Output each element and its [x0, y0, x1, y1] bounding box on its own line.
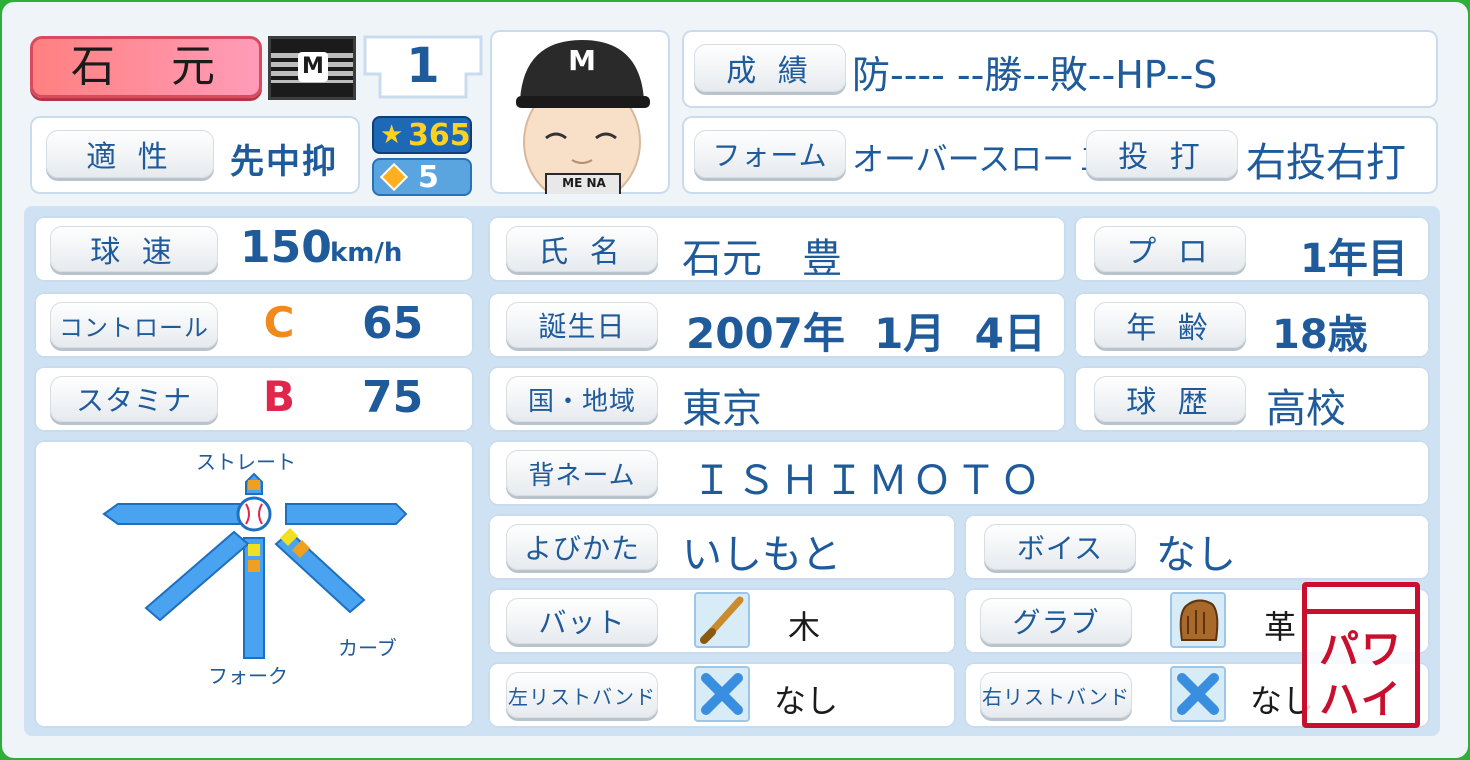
- form-label: フォーム: [694, 130, 846, 178]
- stamp-text-bottom: ハイ: [1319, 677, 1403, 723]
- diamond-icon: [379, 162, 409, 192]
- voice-label: ボイス: [984, 524, 1136, 570]
- bat-style-value: 右投右打: [1246, 140, 1406, 186]
- glove-value: 革: [1264, 608, 1297, 646]
- reading-value: いしもと: [682, 532, 842, 578]
- glove-icon: [1179, 599, 1219, 641]
- region-label: 国・地域: [506, 376, 658, 422]
- star-points-badge: ★ 365: [372, 116, 472, 154]
- baseball-icon: [236, 496, 272, 532]
- star-icon: ★: [380, 120, 404, 150]
- team-logo: M: [268, 36, 356, 100]
- backname-value: ＩＳＨＩＭＯＴＯ: [692, 458, 1044, 504]
- speed-unit: km/h: [330, 238, 403, 268]
- star-points: 365: [408, 118, 471, 153]
- voice-value: なし: [1156, 532, 1236, 578]
- lwrist-value: なし: [774, 682, 839, 720]
- stamina-grade: B: [262, 372, 295, 421]
- uniform-number: 1: [406, 38, 440, 94]
- name-plate: 石 元: [30, 36, 262, 98]
- record-value: 防---- --勝--敗--HP--S: [852, 53, 1218, 97]
- speed-label: 球 速: [50, 226, 218, 272]
- bat-value: 木: [788, 608, 821, 646]
- none-x-icon: [1177, 673, 1219, 715]
- pro-value: 1年目: [1300, 236, 1408, 282]
- pitch-curve-label: カーブ: [338, 636, 397, 660]
- glove-label: グラブ: [980, 598, 1132, 644]
- uniform-number-card: 1: [362, 34, 484, 100]
- power-high-stamp: パワ ハイ: [1302, 582, 1420, 728]
- pitch-fork-label: フォーク: [208, 664, 288, 688]
- diamond-points-badge: 5: [372, 158, 472, 196]
- name-label: 氏 名: [506, 226, 658, 272]
- name-value: 石元 豊: [682, 236, 842, 282]
- backname-label: 背ネーム: [506, 450, 658, 496]
- diamond-points: 5: [418, 160, 439, 195]
- aptitude-value: 先中抑: [230, 142, 338, 182]
- team-logo-letter: M: [298, 52, 328, 82]
- bat-tile: [694, 592, 750, 648]
- career-label: 球 歴: [1094, 376, 1246, 422]
- aptitude-label: 適 性: [46, 130, 214, 178]
- speed-value: 150: [240, 222, 332, 273]
- pitch-straight-label: ストレート: [196, 450, 296, 474]
- stamina-value: 75: [362, 372, 424, 423]
- control-value: 65: [362, 298, 424, 349]
- rwrist-label: 右リストバンド: [980, 672, 1132, 718]
- player-name: 石 元: [71, 41, 221, 92]
- career-value: 高校: [1266, 386, 1346, 432]
- age-label: 年 齢: [1094, 302, 1246, 348]
- age-value: 18歳: [1272, 312, 1368, 358]
- lwrist-label: 左リストバンド: [506, 672, 658, 718]
- rwrist-tile: [1170, 666, 1226, 722]
- none-x-icon: [701, 673, 743, 715]
- birthday-label: 誕生日: [506, 302, 658, 348]
- bat-style-label: 投 打: [1086, 130, 1238, 178]
- control-label: コントロール: [50, 302, 218, 348]
- control-grade: C: [263, 298, 295, 347]
- region-value: 東京: [682, 386, 762, 432]
- bat-icon: [700, 596, 744, 644]
- record-label: 成 績: [694, 44, 846, 92]
- cap-letter: M: [568, 44, 596, 77]
- bat-label: バット: [506, 598, 658, 644]
- pro-label: プ ロ: [1094, 226, 1246, 272]
- reading-label: よびかた: [506, 524, 658, 570]
- glove-tile: [1170, 592, 1226, 648]
- birthday-value: 2007年 1月 4日: [686, 309, 1046, 358]
- jersey-text: ME NA: [562, 176, 606, 190]
- stamina-label: スタミナ: [50, 376, 218, 422]
- lwrist-tile: [694, 666, 750, 722]
- portrait-card: M ME NA: [490, 30, 670, 194]
